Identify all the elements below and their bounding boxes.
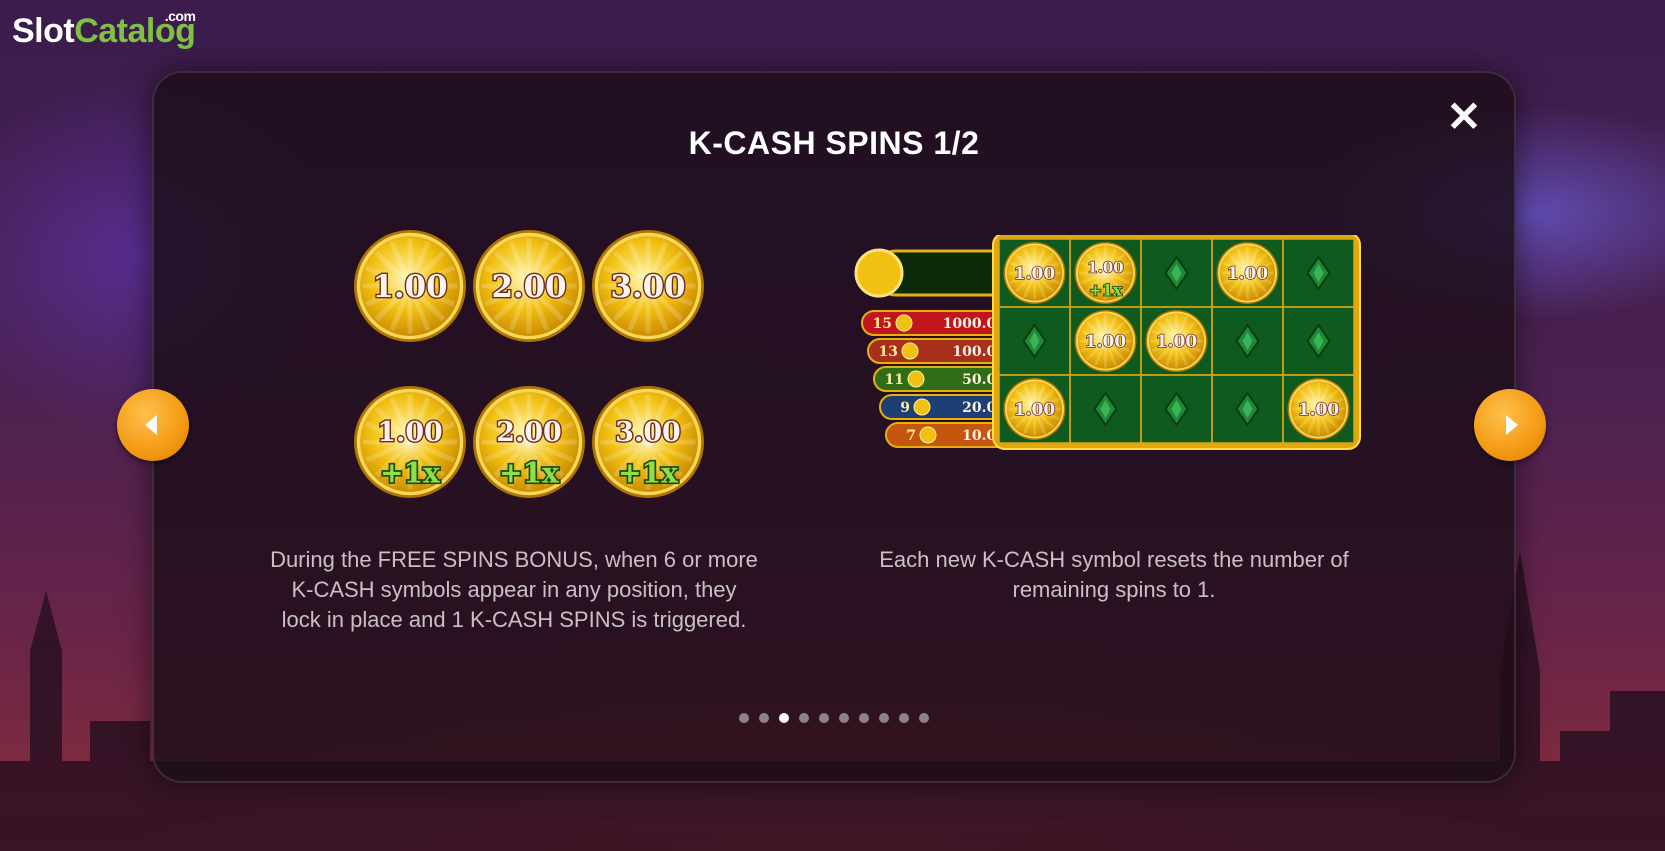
jackpot-row: 15 1000.00 [861, 310, 1013, 336]
jackpot-count: 15 [873, 316, 892, 332]
close-icon[interactable]: ✕ [1444, 96, 1484, 138]
page-title: K-CASH SPINS 1/2 [688, 125, 980, 161]
jackpot-ladder: 15 1000.0013 100.0011 50.009 20.007 10.00 [861, 310, 1013, 448]
cash-symbol-coin: 2.00 [473, 230, 585, 342]
example-game-board: 15 1000.0013 100.0011 50.009 20.007 10.001.00… [854, 235, 1361, 450]
reel-grid: 1.00 1.00 +1x 1.00 1.00 1.00 1.00 1.00 [992, 235, 1361, 450]
pagination-dot[interactable] [879, 713, 889, 723]
cash-symbol: 1.00 [352, 228, 468, 344]
description-right-line: remaining spins to 1. [1012, 577, 1216, 602]
cash-symbol-coin-value: 1.00 [372, 269, 447, 305]
grid-coin-value: 1.00 [1014, 264, 1056, 284]
cash-multiplier-symbol: 2.00 +1x [471, 384, 587, 500]
grid-coin: 1.00 [1216, 242, 1279, 304]
description-right: Each new K-CASH symbol resets the number… [854, 545, 1374, 605]
logo-slot-text: Slot [12, 12, 75, 50]
pagination-dot[interactable] [819, 713, 829, 723]
arrow-left-icon [145, 415, 157, 435]
paytable-panel: K-CASH SPINS 1/2 ✕ 1.00 2.00 3.00 1.00 +1x 2.… [152, 71, 1516, 783]
grid-coin-value: 1.00 [1156, 332, 1198, 352]
cash-multiplier-symbol: 3.00 +1x [590, 384, 706, 500]
pagination-dot[interactable] [739, 713, 749, 723]
jackpot-count: 11 [885, 372, 904, 388]
cash-multiplier-symbol-coin-value: 1.00 [377, 417, 442, 448]
pagination-dot[interactable] [779, 713, 789, 723]
next-page-button[interactable] [1474, 389, 1546, 461]
previous-page-button[interactable] [117, 389, 189, 461]
description-left-line: K-CASH symbols appear in any position, t… [291, 577, 737, 602]
description-left-line: During the FREE SPINS BONUS, when 6 or m… [270, 547, 758, 572]
description-left-line: lock in place and 1 K-CASH SPINS is trig… [281, 607, 747, 632]
grid-coin-value: 1.00 [1298, 400, 1340, 420]
arrow-right-icon [1506, 415, 1518, 435]
cash-symbol-coin-value: 2.00 [491, 269, 566, 305]
cash-multiplier-symbol-coin: 3.00 +1x [592, 386, 704, 498]
grid-coin: 1.00 [1287, 378, 1350, 440]
grid-coin: 1.00 [1074, 310, 1137, 372]
pagination-dot[interactable] [919, 713, 929, 723]
pagination-dots [154, 713, 1514, 723]
grid-coin-value: 1.00 [1085, 332, 1127, 352]
cash-multiplier-symbol-coin: 2.00 +1x [473, 386, 585, 498]
jackpot-row: 11 50.00 [873, 366, 1013, 392]
pagination-dot[interactable] [899, 713, 909, 723]
grid-coin-value: 1.00 [1087, 258, 1123, 276]
description-left: During the FREE SPINS BONUS, when 6 or m… [254, 545, 774, 635]
grid-coin-value: 1.00 [1014, 400, 1056, 420]
grid-coin-value: 1.00 [1227, 264, 1269, 284]
spins-counter-bar [854, 248, 1016, 298]
pagination-dot[interactable] [799, 713, 809, 723]
grid-coin: 1.00 [1003, 242, 1066, 304]
cash-multiplier-symbol-coin-multiplier: +1x [499, 456, 559, 489]
cash-multiplier-symbol-coin-value: 2.00 [496, 417, 561, 448]
description-right-line: Each new K-CASH symbol resets the number… [879, 547, 1349, 572]
jackpot-row: 13 100.00 [867, 338, 1013, 364]
cash-symbol: 2.00 [471, 228, 587, 344]
jackpot-count: 9 [900, 400, 910, 416]
cash-multiplier-symbol-coin-multiplier: +1x [380, 456, 440, 489]
grid-coin-multiplier: +1x [1089, 280, 1123, 299]
cash-symbol-coin: 3.00 [592, 230, 704, 342]
cash-symbol: 3.00 [590, 228, 706, 344]
pagination-dot[interactable] [759, 713, 769, 723]
jackpot-count: 7 [906, 428, 916, 444]
cash-symbol-coin-value: 3.00 [610, 269, 685, 305]
grid-coin: 1.00 +1x [1074, 242, 1137, 304]
pagination-dot[interactable] [859, 713, 869, 723]
slotcatalog-logo: SlotCatalog .com [12, 8, 196, 51]
grid-coin: 1.00 [1003, 378, 1066, 440]
cash-multiplier-symbol: 1.00 +1x [352, 384, 468, 500]
cash-symbol-coin: 1.00 [354, 230, 466, 342]
logo-com-text: .com [164, 8, 196, 24]
cash-multiplier-symbol-coin: 1.00 +1x [354, 386, 466, 498]
jackpot-count: 13 [879, 344, 898, 360]
pagination-dot[interactable] [839, 713, 849, 723]
grid-coin: 1.00 [1145, 310, 1208, 372]
cash-multiplier-symbol-coin-value: 3.00 [615, 417, 680, 448]
cash-multiplier-symbol-coin-multiplier: +1x [618, 456, 678, 489]
